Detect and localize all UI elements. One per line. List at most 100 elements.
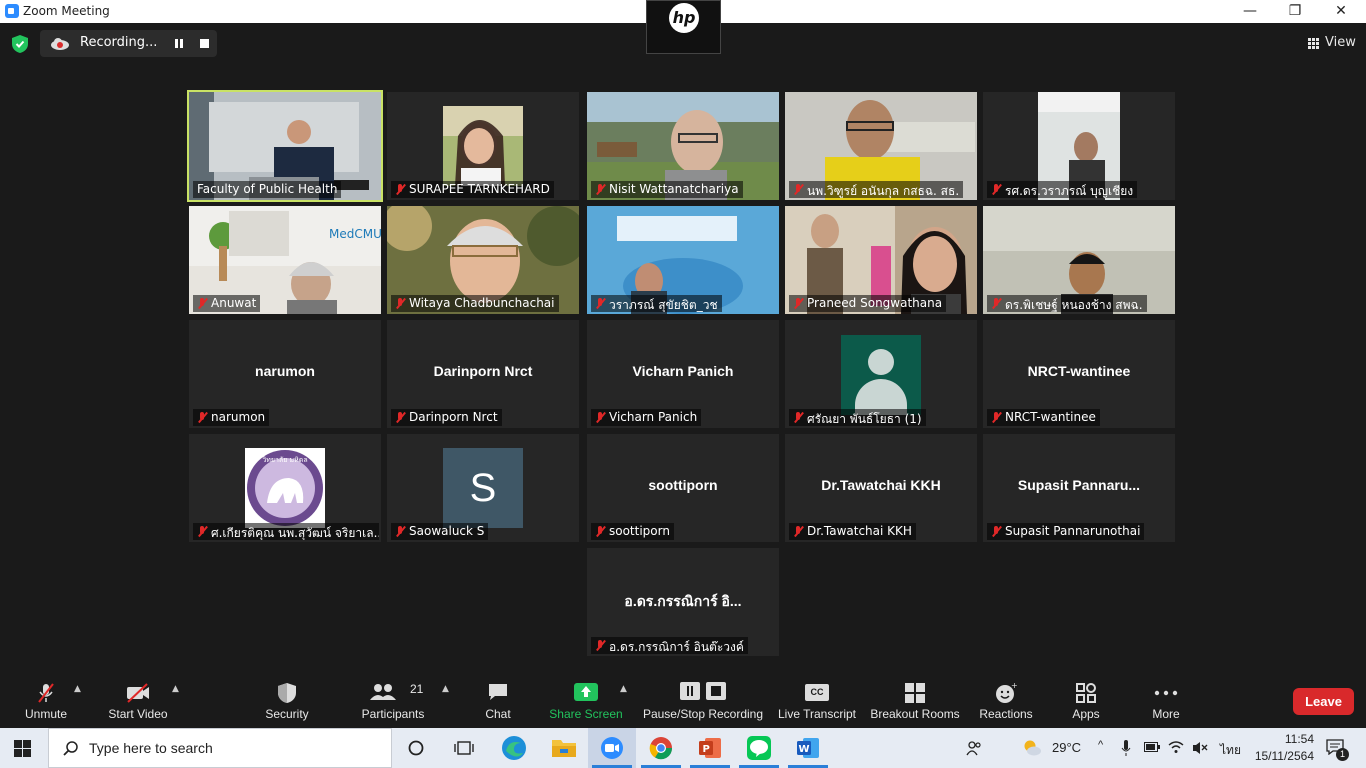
chevron-up-icon[interactable]: ▲ bbox=[442, 685, 450, 694]
word-taskbar-app[interactable]: W bbox=[784, 728, 832, 768]
participant-display-name: NRCT-wantinee bbox=[1027, 363, 1131, 379]
participant-tile[interactable]: soottiporn soottiporn bbox=[587, 434, 779, 542]
share-screen-label: Share Screen bbox=[549, 707, 623, 721]
chrome-taskbar-app[interactable] bbox=[637, 728, 685, 768]
participant-tile[interactable]: SURAPEE TARNKEHARD bbox=[387, 92, 579, 200]
mic-muted-icon bbox=[596, 526, 605, 537]
participant-tile[interactable]: NRCT-wantinee NRCT-wantinee bbox=[983, 320, 1175, 428]
participant-tile[interactable]: อ.ดร.กรรณิการ์ อิ... อ.ดร.กรรณิการ์ อินต… bbox=[587, 548, 779, 656]
participant-tile[interactable]: วราภรณ์ สุขัยชิต_วช bbox=[587, 206, 779, 314]
profile-photo bbox=[443, 106, 523, 186]
participant-tile[interactable]: วิทยาลัย มหิดล ศ.เกียรติคุณ นพ.สุวัฒน์ จ… bbox=[189, 434, 381, 542]
clock-date: 15/11/2564 bbox=[1254, 749, 1314, 763]
file-explorer-taskbar-app[interactable] bbox=[540, 728, 588, 768]
participant-tile[interactable]: ดร.พิเชษฐ์ หนองช้าง สพฉ. bbox=[983, 206, 1175, 314]
cortana-button[interactable] bbox=[392, 728, 440, 768]
mic-muted-icon bbox=[992, 526, 1001, 537]
security-shield-icon bbox=[278, 683, 296, 703]
wifi-icon bbox=[1168, 741, 1184, 753]
word-icon: W bbox=[797, 738, 819, 758]
security-button[interactable]: Security bbox=[260, 668, 314, 728]
participant-tile[interactable]: S Saowaluck S bbox=[387, 434, 579, 542]
participant-name-tag: NRCT-wantinee bbox=[987, 409, 1100, 426]
weather-widget[interactable]: 29°C bbox=[1020, 728, 1090, 768]
system-tray-icons[interactable]: ^ bbox=[1096, 728, 1196, 768]
breakout-rooms-button[interactable]: Breakout Rooms bbox=[870, 668, 960, 728]
minimize-button[interactable]: — bbox=[1227, 0, 1273, 23]
input-language[interactable]: ไทย bbox=[1216, 728, 1246, 768]
participant-name-tag: Vicharn Panich bbox=[591, 409, 702, 426]
cortana-circle-icon bbox=[408, 740, 424, 756]
view-button[interactable]: View bbox=[1304, 33, 1359, 53]
windows-start-icon[interactable] bbox=[14, 740, 31, 757]
participant-tile[interactable]: narumon narumon bbox=[189, 320, 381, 428]
participant-tile[interactable]: Darinporn Nrct Darinporn Nrct bbox=[387, 320, 579, 428]
institution-logo-image: วิทยาลัย มหิดล bbox=[245, 448, 325, 528]
closed-caption-icon: CC bbox=[805, 684, 829, 701]
participant-tile[interactable]: Faculty of Public Health bbox=[187, 90, 383, 202]
mic-muted-icon bbox=[596, 412, 605, 423]
mic-muted-icon bbox=[794, 412, 803, 423]
participant-tile[interactable]: ศรัณยา พันธ์โยธา (1) bbox=[785, 320, 977, 428]
pause-recording-icon[interactable] bbox=[173, 38, 185, 49]
participant-tile[interactable]: Dr.Tawatchai KKH Dr.Tawatchai KKH bbox=[785, 434, 977, 542]
leave-meeting-button[interactable]: Leave bbox=[1293, 688, 1354, 715]
edge-taskbar-app[interactable] bbox=[490, 728, 538, 768]
window-title: Zoom Meeting bbox=[23, 4, 110, 18]
close-window-button[interactable]: ✕ bbox=[1318, 0, 1364, 23]
apps-button[interactable]: Apps bbox=[1062, 668, 1110, 728]
chevron-up-icon[interactable]: ▲ bbox=[74, 685, 82, 694]
mic-muted-icon bbox=[596, 298, 605, 309]
participant-tile[interactable]: Praneed Songwathana bbox=[785, 206, 977, 314]
line-taskbar-app[interactable] bbox=[735, 728, 783, 768]
share-screen-button[interactable]: Share Screen bbox=[548, 668, 624, 728]
chevron-up-icon[interactable]: ▲ bbox=[172, 685, 180, 694]
volume-muted-tray[interactable] bbox=[1190, 728, 1210, 768]
maximize-button[interactable]: ❐ bbox=[1272, 0, 1318, 23]
line-chat-icon bbox=[747, 736, 771, 760]
search-placeholder: Type here to search bbox=[89, 740, 213, 756]
chevron-up-icon[interactable]: ▲ bbox=[620, 685, 628, 694]
weather-temperature: 29°C bbox=[1052, 740, 1082, 755]
unmute-button[interactable]: Unmute bbox=[18, 668, 74, 728]
participant-name-tag: วราภรณ์ สุขัยชิต_วช bbox=[591, 295, 722, 312]
participant-tile[interactable]: นพ.วิฑูรย์ อนันกุล กสธฉ. สธ. bbox=[785, 92, 977, 200]
microphone-icon bbox=[1121, 740, 1131, 756]
zoom-taskbar-app[interactable] bbox=[588, 728, 636, 768]
chat-bubble-icon bbox=[489, 684, 507, 700]
chat-button[interactable]: Chat bbox=[475, 668, 521, 728]
taskbar-search-box[interactable]: Type here to search bbox=[48, 728, 392, 768]
participant-name-tag: narumon bbox=[193, 409, 270, 426]
people-tray-button[interactable] bbox=[962, 728, 986, 768]
mic-muted-icon bbox=[396, 526, 405, 537]
participant-tile[interactable]: Vicharn Panich Vicharn Panich bbox=[587, 320, 779, 428]
security-label: Security bbox=[265, 707, 309, 721]
powerpoint-taskbar-app[interactable]: P bbox=[686, 728, 734, 768]
stop-recording-icon[interactable] bbox=[200, 39, 209, 48]
participant-tile[interactable]: MedCMU Anuwat bbox=[189, 206, 381, 314]
chevron-up-icon[interactable]: ^ bbox=[1098, 739, 1103, 751]
participant-tile[interactable]: Witaya Chadbunchachai bbox=[387, 206, 579, 314]
edge-browser-icon bbox=[502, 736, 526, 760]
mic-muted-icon bbox=[396, 184, 405, 195]
encryption-shield-icon[interactable] bbox=[12, 35, 28, 53]
participant-name-tag: Praneed Songwathana bbox=[789, 295, 947, 312]
participant-tile[interactable]: Nisit Wattanatchariya bbox=[587, 92, 779, 200]
participant-tile[interactable]: Supasit Pannaru... Supasit Pannarunothai bbox=[983, 434, 1175, 542]
participant-name-tag: Supasit Pannarunothai bbox=[987, 523, 1145, 540]
more-button[interactable]: More bbox=[1142, 668, 1190, 728]
participant-tile[interactable]: รศ.ดร.วราภรณ์ บุญเชียง bbox=[983, 92, 1175, 200]
live-transcript-button[interactable]: CC Live Transcript bbox=[776, 668, 858, 728]
reactions-button[interactable]: + Reactions bbox=[978, 668, 1034, 728]
participant-name-tag: Nisit Wattanatchariya bbox=[591, 181, 743, 198]
clock-tray[interactable]: 11:54 15/11/2564 bbox=[1248, 728, 1314, 768]
notification-center-button[interactable]: 1 bbox=[1322, 728, 1354, 768]
pause-stop-recording-button[interactable]: Pause/Stop Recording bbox=[642, 668, 764, 728]
battery-icon bbox=[1144, 742, 1160, 752]
participants-button[interactable]: 21 Participants bbox=[358, 668, 428, 728]
search-icon bbox=[63, 741, 78, 756]
participant-name-tag: นพ.วิฑูรย์ อนันกุล กสธฉ. สธ. bbox=[789, 181, 964, 198]
start-video-button[interactable]: Start Video bbox=[104, 668, 172, 728]
task-view-button[interactable] bbox=[440, 728, 488, 768]
chrome-icon bbox=[649, 737, 673, 760]
